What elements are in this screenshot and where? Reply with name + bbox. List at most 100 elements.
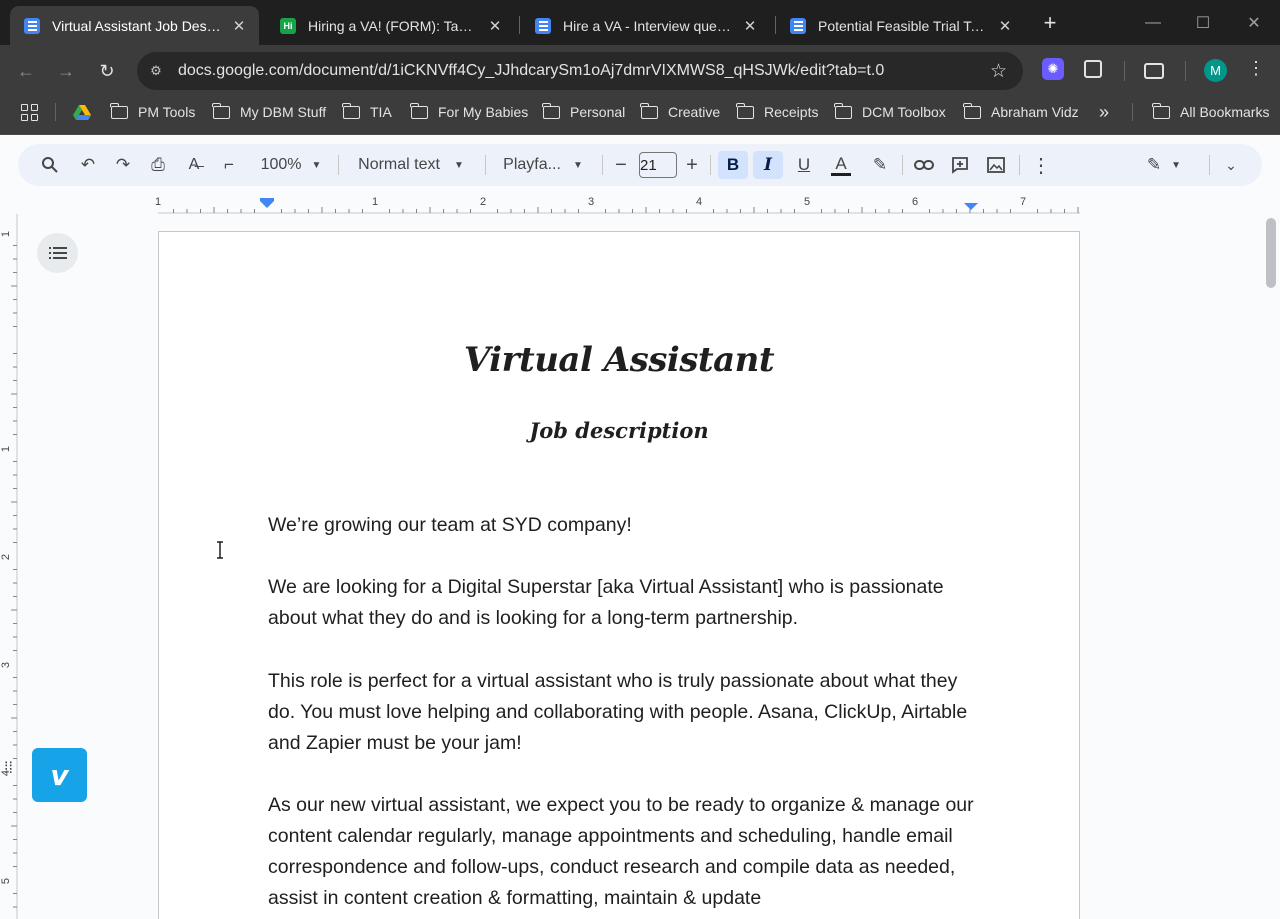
bookmark-pm-tools[interactable]: PM Tools [110, 100, 195, 124]
bold-button[interactable]: B [718, 151, 748, 179]
close-icon[interactable]: ✕ [229, 16, 249, 36]
search-tabs-icon[interactable] [1144, 63, 1164, 79]
font-select[interactable]: Playfa... ▼ [495, 151, 591, 179]
all-bookmarks-button[interactable]: All Bookmarks [1152, 100, 1269, 124]
reload-button[interactable]: ↻ [93, 57, 121, 85]
underline-button[interactable]: U [790, 151, 818, 179]
text-color-button[interactable]: A [826, 151, 856, 179]
toolbar-divider [710, 155, 711, 175]
paragraph-style-select[interactable]: Normal text ▼ [348, 151, 474, 179]
bookmark-label: Creative [668, 104, 721, 120]
document-title[interactable]: Virtual Assistant [159, 340, 1079, 380]
right-indent-marker[interactable] [964, 203, 978, 210]
ruler-number: 3 [588, 196, 595, 208]
bookmark-star-icon[interactable]: ☆ [990, 60, 1007, 83]
redo-icon[interactable]: ↷ [109, 151, 137, 179]
print-icon[interactable]: ⎙ [144, 151, 172, 179]
increase-font-size-button[interactable]: + [679, 151, 705, 179]
bookmark-abraham-vidz[interactable]: Abraham Vidz [963, 100, 1079, 124]
more-options-icon[interactable]: ⋮ [1028, 151, 1054, 179]
close-window-button[interactable]: ✕ [1234, 8, 1274, 38]
zoom-value: 100% [260, 156, 302, 173]
paragraph[interactable]: As our new virtual assistant, we expect … [268, 790, 980, 914]
document-page[interactable]: Virtual Assistant Job description We’re … [158, 231, 1080, 919]
chevron-down-icon: ▼ [311, 159, 322, 171]
bookmark-dcm-toolbox[interactable]: DCM Toolbox [834, 100, 946, 124]
chrome-menu-icon[interactable]: ⋮ [1246, 58, 1266, 79]
decrease-font-size-button[interactable]: − [608, 151, 634, 179]
italic-button[interactable]: I [753, 151, 783, 179]
zoom-select[interactable]: 100% ▼ [252, 151, 330, 179]
hi-icon: Hi [280, 17, 296, 34]
highlight-color-icon[interactable]: ✎ [866, 151, 894, 179]
document-subtitle[interactable]: Job description [159, 418, 1079, 443]
new-tab-button[interactable]: + [1036, 9, 1064, 37]
paragraph[interactable]: We’re growing our team at SYD company! [268, 510, 980, 541]
bookmark-my-dbm-stuff[interactable]: My DBM Stuff [212, 100, 326, 124]
ruler-number: 3 [0, 661, 13, 669]
close-icon[interactable]: ✕ [485, 16, 505, 36]
bookmark-label: For My Babies [438, 104, 529, 120]
folder-icon [640, 102, 658, 119]
paragraph-style-value: Normal text [358, 156, 440, 173]
paragraph[interactable]: This role is perfect for a virtual assis… [268, 666, 980, 759]
add-comment-icon[interactable] [946, 151, 974, 179]
paragraph[interactable]: We are looking for a Digital Superstar [… [268, 572, 980, 634]
omnibox[interactable]: ⚙ docs.google.com/document/d/1iCKNVff4Cy… [137, 52, 1023, 90]
ruler-number: 6 [912, 196, 919, 208]
undo-icon[interactable]: ↶ [74, 151, 102, 179]
folder-icon [410, 102, 428, 119]
back-button[interactable]: ← [12, 57, 40, 85]
spellcheck-icon[interactable]: A̶ [180, 151, 208, 179]
tab-hire-a-va-interview[interactable]: Hire a VA - Interview questions ✕ [521, 6, 770, 45]
close-icon[interactable]: ✕ [740, 16, 760, 36]
vertical-scrollbar[interactable] [1266, 218, 1276, 288]
drag-handle-icon[interactable]: ⁞⁞ [4, 760, 22, 788]
url-text[interactable]: docs.google.com/document/d/1iCKNVff4Cy_J… [178, 62, 884, 80]
ruler-number: 4 [696, 196, 703, 208]
docs-icon [24, 17, 40, 34]
tab-potential-trial-tasks[interactable]: Potential Feasible Trial Tasks for VA ✕ [776, 6, 1025, 45]
tab-title: Hire a VA - Interview questions [563, 17, 734, 34]
tab-virtual-assistant-job-description[interactable]: Virtual Assistant Job Description ✕ [10, 6, 259, 45]
toolbar-divider [902, 155, 903, 175]
bookmarks-overflow-button[interactable]: » [1099, 100, 1109, 124]
site-info-icon[interactable]: ⚙ [147, 62, 165, 80]
document-outline-button[interactable] [37, 233, 78, 273]
folder-icon [342, 102, 360, 119]
folder-icon [1152, 102, 1170, 119]
bookmark-receipts[interactable]: Receipts [736, 100, 819, 124]
vimeo-record-button[interactable]: v [32, 748, 87, 802]
font-size-input[interactable] [639, 152, 677, 178]
toolbar-divider [1124, 61, 1125, 81]
chevron-down-icon: ▼ [453, 159, 464, 171]
collapse-menus-icon[interactable]: ⌄ [1218, 151, 1244, 179]
insert-link-icon[interactable] [910, 151, 938, 179]
left-indent-marker[interactable] [260, 201, 274, 208]
maximize-button[interactable]: ☐ [1183, 8, 1223, 38]
horizontal-ruler[interactable] [158, 196, 1080, 214]
forward-button[interactable]: → [52, 57, 80, 85]
bookmark-for-my-babies[interactable]: For My Babies [410, 100, 529, 124]
tab-hiring-a-va-form[interactable]: Hi Hiring a VA! (FORM): Table 1 ✕ [266, 6, 515, 45]
apps-grid-icon[interactable] [21, 104, 38, 121]
paint-format-icon[interactable]: ⌐ [215, 151, 243, 179]
bookmark-personal[interactable]: Personal [542, 100, 625, 124]
toolbar-divider [338, 155, 339, 175]
folder-icon [542, 102, 560, 119]
first-line-indent-marker[interactable] [260, 198, 274, 201]
bookmark-label: Abraham Vidz [991, 104, 1079, 120]
bookmark-creative[interactable]: Creative [640, 100, 721, 124]
bookmark-tia[interactable]: TIA [342, 100, 392, 124]
insert-image-icon[interactable] [982, 151, 1010, 179]
bookmark-label: Receipts [764, 104, 819, 120]
extension-icon[interactable]: ✺ [1042, 58, 1064, 80]
google-drive-icon[interactable] [73, 105, 91, 121]
close-icon[interactable]: ✕ [995, 16, 1015, 36]
vertical-ruler[interactable] [0, 214, 18, 919]
profile-avatar[interactable]: M [1204, 59, 1227, 82]
minimize-button[interactable]: — [1133, 8, 1173, 38]
search-menus-icon[interactable] [36, 151, 64, 179]
editing-mode-select[interactable]: ✎ ▼ [1138, 151, 1190, 179]
extensions-puzzle-icon[interactable] [1084, 60, 1102, 78]
